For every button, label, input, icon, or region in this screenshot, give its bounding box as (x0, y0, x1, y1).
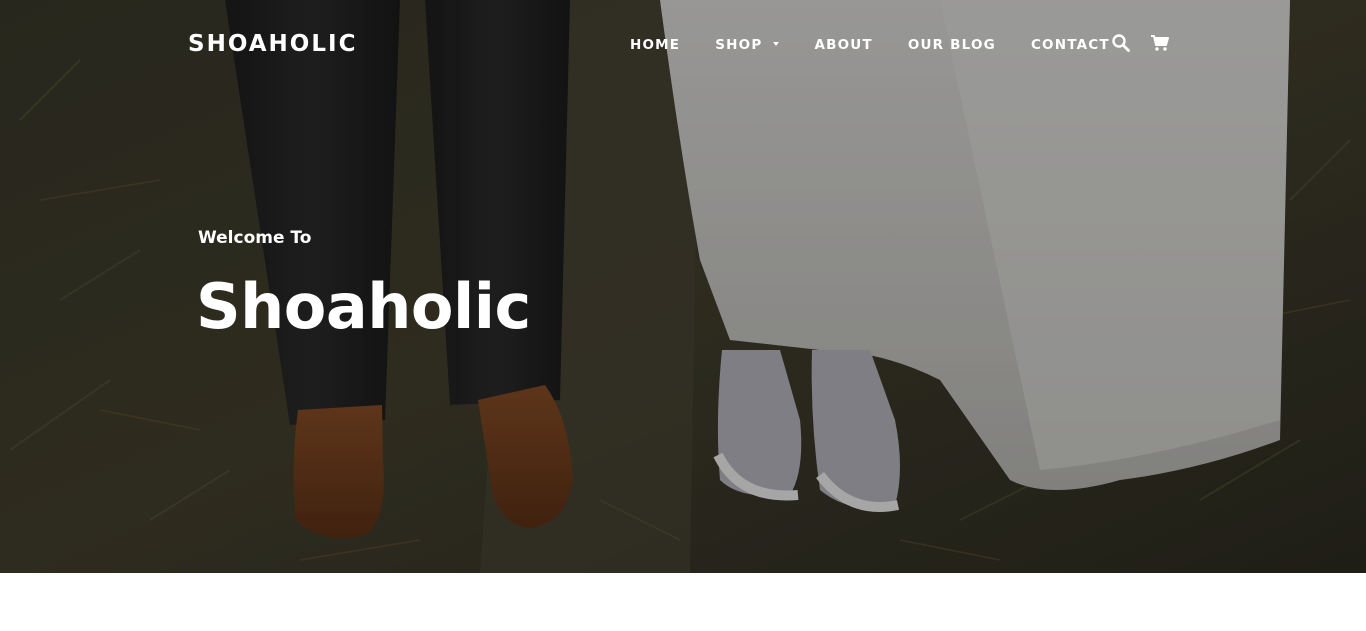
nav-our-blog[interactable]: OUR BLOG (908, 36, 996, 54)
search-icon[interactable] (1111, 33, 1131, 53)
site-logo[interactable]: SHOAHOLIC (188, 30, 357, 58)
nav-contact[interactable]: CONTACT (1031, 36, 1110, 54)
hero-banner: SHOAHOLIC HOME SHOP ABOUT OUR BLOG CONTA… (0, 0, 1366, 573)
nav-shop[interactable]: SHOP (715, 36, 780, 54)
caret-down-icon (773, 41, 780, 46)
hero-kicker: Welcome To (198, 228, 312, 248)
cart-icon[interactable] (1150, 33, 1170, 53)
main-nav: HOME SHOP ABOUT OUR BLOG CONTACT (630, 36, 1145, 54)
nav-shop-label: SHOP (715, 37, 763, 53)
nav-about[interactable]: ABOUT (814, 36, 872, 54)
hero-title: Shoaholic (196, 270, 531, 343)
nav-home[interactable]: HOME (630, 36, 680, 54)
